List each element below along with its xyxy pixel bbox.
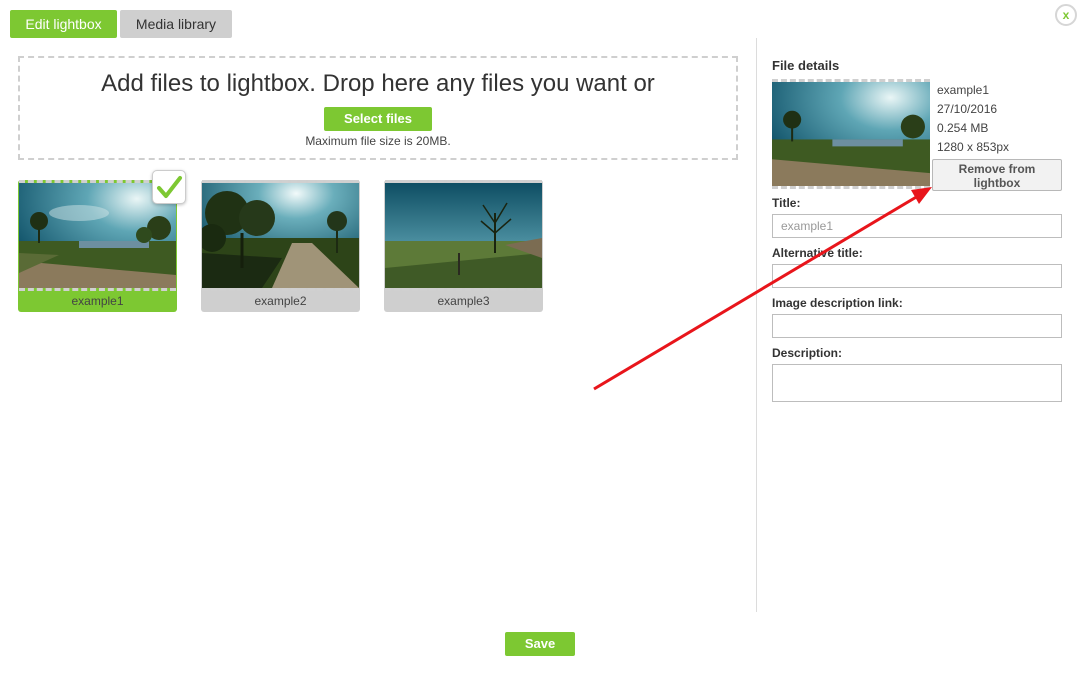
file-details-title: File details <box>772 58 840 73</box>
remove-from-lightbox-button[interactable]: Remove from lightbox <box>932 159 1062 191</box>
thumbnail-image <box>385 180 542 291</box>
check-icon <box>157 176 182 198</box>
file-name: example1 <box>937 83 990 97</box>
alternative-title-label: Alternative title: <box>772 246 863 260</box>
drop-zone[interactable]: Add files to lightbox. Drop here any fil… <box>18 56 738 160</box>
file-size: 0.254 MB <box>937 121 989 135</box>
drop-zone-title: Add files to lightbox. Drop here any fil… <box>101 70 655 97</box>
title-input[interactable] <box>772 214 1062 238</box>
arrow-head-icon <box>911 187 932 204</box>
file-date: 27/10/2016 <box>937 102 998 116</box>
tab-edit-lightbox[interactable]: Edit lightbox <box>10 10 117 38</box>
image-description-link-input[interactable] <box>772 314 1062 338</box>
save-button[interactable]: Save <box>505 632 575 656</box>
thumbnail-image <box>202 180 359 291</box>
title-label: Title: <box>772 196 801 210</box>
select-files-button[interactable]: Select files <box>324 107 432 131</box>
thumbnail-caption: example2 <box>254 294 307 308</box>
file-dimensions: 1280 x 853px <box>937 140 1010 154</box>
close-icon: x <box>1062 8 1070 22</box>
thumbnail-example3[interactable]: example3 <box>384 180 543 312</box>
thumbnail-example2[interactable]: example2 <box>201 180 360 312</box>
description-label: Description: <box>772 346 843 360</box>
description-textarea[interactable] <box>772 364 1062 402</box>
thumbnail-caption: example3 <box>437 294 490 308</box>
alternative-title-input[interactable] <box>772 264 1062 288</box>
thumbnail-caption: example1 <box>71 294 124 308</box>
file-details-preview <box>772 79 930 189</box>
image-description-link-label: Image description link: <box>772 296 903 310</box>
tab-media-library[interactable]: Media library <box>120 10 232 38</box>
remove-button-line1: Remove from <box>958 162 1036 176</box>
panel-divider <box>756 38 757 612</box>
max-file-size-note: Maximum file size is 20MB. <box>305 134 451 148</box>
close-button[interactable]: x <box>1055 4 1077 26</box>
selected-check <box>152 170 186 204</box>
remove-button-line2: lightbox <box>973 176 1021 190</box>
